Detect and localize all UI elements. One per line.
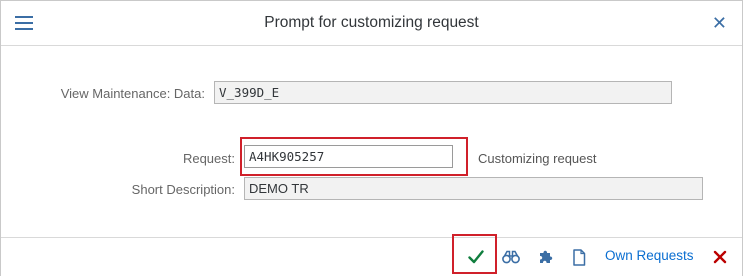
confirm-button[interactable] — [465, 247, 487, 267]
short-description-field: DEMO TR — [244, 177, 703, 200]
dialog-header: Prompt for customizing request ✕ — [1, 1, 742, 46]
display-object-button[interactable] — [500, 247, 522, 267]
document-icon — [573, 248, 586, 266]
view-maintenance-label: View Maintenance: Data: — [60, 86, 205, 101]
settings-button[interactable] — [535, 247, 557, 267]
checkmark-icon — [468, 250, 484, 264]
view-maintenance-field: V_399D_E — [214, 81, 672, 104]
cancel-icon — [713, 250, 727, 264]
request-type-text: Customizing request — [478, 151, 597, 166]
new-request-button[interactable] — [568, 247, 590, 267]
puzzle-icon — [540, 250, 553, 263]
customizing-request-dialog: Prompt for customizing request ✕ View Ma… — [0, 0, 743, 276]
cancel-button[interactable] — [709, 247, 731, 267]
request-input[interactable]: A4HK905257 — [244, 145, 453, 168]
request-label: Request: — [182, 151, 235, 166]
dialog-title: Prompt for customizing request — [264, 14, 479, 31]
binoculars-icon — [502, 250, 520, 264]
short-description-label: Short Description: — [131, 182, 235, 197]
close-icon[interactable]: ✕ — [712, 12, 727, 34]
own-requests-button[interactable]: Own Requests — [605, 248, 694, 263]
